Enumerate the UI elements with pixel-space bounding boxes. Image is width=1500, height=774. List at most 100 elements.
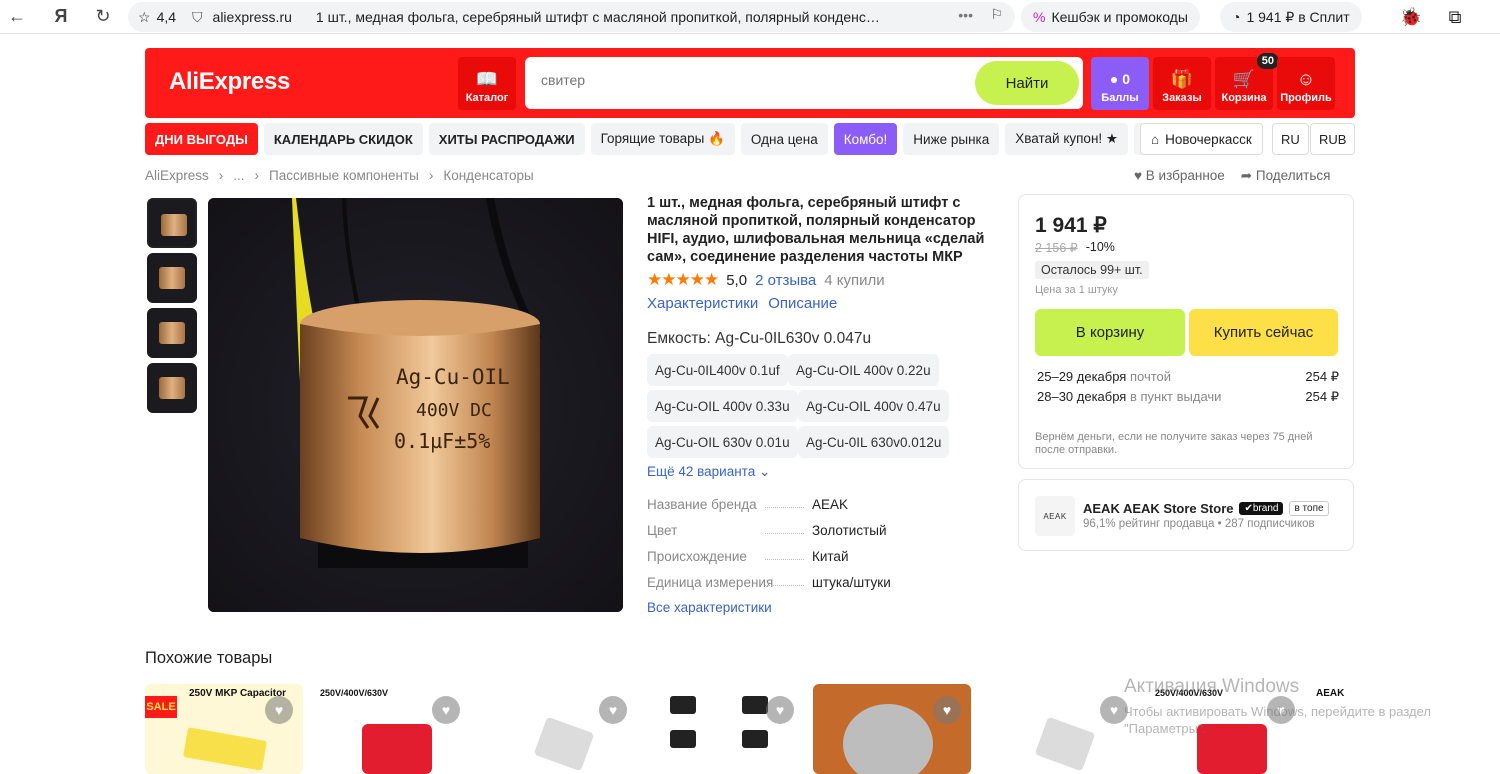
similar-product-card[interactable]: 250V MKP Capacitor SALE ♥ <box>145 684 303 774</box>
percent-icon: % <box>1033 9 1046 25</box>
site-domain: aliexpress.ru <box>212 9 292 25</box>
nav-chip-discount-calendar[interactable]: КАЛЕНДАРЬ СКИДОК <box>263 123 423 155</box>
similar-product-card[interactable]: ♥ <box>479 684 637 774</box>
variant-option[interactable]: Ag-Cu-OIL 400v 0.22u <box>788 354 939 386</box>
catalog-button[interactable]: 📖 Каталог <box>458 57 516 110</box>
thumbnail[interactable] <box>147 198 197 248</box>
nav-chip-below-market[interactable]: Ниже рынка <box>903 123 1000 155</box>
share-icon: ➦ <box>1240 168 1253 183</box>
nav-chip-hot-items[interactable]: Горящие товары 🔥 <box>590 123 735 155</box>
capacitor-label-2: 400V DC <box>416 400 492 421</box>
windows-activation-watermark: Активация Windows Чтобы активировать Win… <box>1124 676 1431 736</box>
variant-option[interactable]: Ag-Cu-OIL 630v 0.01u <box>647 426 798 458</box>
store-name[interactable]: AEAK AEAK Store Store <box>1083 501 1233 516</box>
similar-product-card[interactable]: ♥ <box>813 684 971 774</box>
nav-chip-combo[interactable]: Комбо! <box>833 123 898 155</box>
product-main-image[interactable]: Ag-Cu-OIL 400V DC 0.1µF±5% <box>208 198 623 612</box>
search-input[interactable] <box>541 72 941 88</box>
similar-product-card[interactable]: ♥ <box>980 684 1138 774</box>
address-bar[interactable]: ☆ 4,4 ⛉ aliexpress.ru 1 шт., медная фольг… <box>128 2 1015 32</box>
box-icon: 🎁 <box>1170 69 1194 89</box>
book-icon: 📖 <box>475 69 499 89</box>
top-badge: в топе <box>1289 501 1329 516</box>
favorite-button[interactable]: ♥ В избранное <box>1134 168 1225 184</box>
page-title-in-address: 1 шт., медная фольга, серебряный штифт с… <box>315 9 880 25</box>
product-tabs: Характеристики Описание <box>647 295 837 312</box>
translate-icon[interactable]: ⧉ <box>1440 2 1470 32</box>
more-variants-link[interactable]: Ещё 42 варианта ⌄ <box>647 464 770 480</box>
sale-tag: SALE <box>145 696 177 718</box>
heart-icon[interactable]: ♥ <box>599 696 627 724</box>
old-price: 2 156 ₽ <box>1035 241 1078 255</box>
similar-products-title: Похожие товары <box>145 649 273 667</box>
all-specs-link[interactable]: Все характеристики <box>647 600 772 615</box>
thumbnail[interactable] <box>147 308 197 358</box>
store-name-row: AEAK AEAK Store Store ✔brand в топе <box>1083 501 1329 516</box>
breadcrumb-item[interactable]: Конденсаторы <box>443 168 533 183</box>
heart-icon[interactable]: ♥ <box>265 696 293 724</box>
variant-option[interactable]: Ag-Cu-0IL400v 0.1uf <box>647 354 788 386</box>
bookmark-icon[interactable]: ⚐ <box>990 6 1003 23</box>
heart-icon[interactable]: ♥ <box>432 696 460 724</box>
chevron-right-icon: › <box>254 168 260 183</box>
share-button[interactable]: ➦ Поделиться <box>1241 168 1331 184</box>
aliexpress-logo[interactable]: AliExpress <box>169 68 290 96</box>
store-card[interactable]: AEAK AEAK AEAK Store Store ✔brand в топе… <box>1018 479 1354 551</box>
cart-button[interactable]: 🛒 Корзина 50 <box>1215 53 1279 110</box>
variant-option[interactable]: Ag-Cu-OIL 400v 0.47u <box>798 390 949 422</box>
thumbnail[interactable] <box>147 253 197 303</box>
breadcrumb-item[interactable]: AliExpress <box>145 168 209 183</box>
spec-row: Происхождение Китай <box>647 549 849 564</box>
promo-nav: ДНИ ВЫГОДЫ КАЛЕНДАРЬ СКИДОК ХИТЫ РАСПРОД… <box>145 123 1145 156</box>
yandex-icon[interactable]: Я <box>44 0 78 34</box>
nav-chip-one-price[interactable]: Одна цена <box>740 123 828 155</box>
currency-selector[interactable]: RUB <box>1310 123 1356 155</box>
bought-count: 4 купили <box>824 271 885 289</box>
old-price-row: 2 156 ₽ -10% <box>1035 240 1115 255</box>
spec-row: Единица измерения штука/штуки <box>647 575 891 590</box>
reviews-link[interactable]: 2 отзыва <box>755 272 816 289</box>
stock-badge: Осталось 99+ шт. <box>1035 261 1149 279</box>
tab-specs[interactable]: Характеристики <box>647 295 758 312</box>
language-selector[interactable]: RU <box>1272 123 1309 155</box>
back-arrow-icon[interactable]: ← <box>0 0 34 34</box>
nav-chip-grab-coupon[interactable]: Хватай купон! ★ <box>1005 123 1129 155</box>
heart-icon[interactable]: ♥ <box>933 696 961 724</box>
points-button[interactable]: ● 0 Баллы <box>1091 57 1149 110</box>
search-button[interactable]: Найти <box>975 61 1079 105</box>
breadcrumb-item[interactable]: ... <box>233 168 244 183</box>
split-pill[interactable]: ◔ 1 941 ₽ в Сплит <box>1220 2 1362 32</box>
rating-value: 5,0 <box>726 271 748 289</box>
price: 1 941 ₽ <box>1035 214 1107 237</box>
cashback-pill[interactable]: % Кешбэк и промокоды <box>1021 2 1200 32</box>
nav-chip-sale-hits[interactable]: ХИТЫ РАСПРОДАЖИ <box>428 123 585 155</box>
more-dots-icon[interactable]: ••• <box>958 7 973 23</box>
buy-now-button[interactable]: Купить сейчас <box>1189 309 1338 356</box>
variant-option[interactable]: Ag-Cu-OIL 400v 0.33u <box>647 390 798 422</box>
thumbnail[interactable] <box>147 363 197 413</box>
reload-icon[interactable]: ↻ <box>86 0 120 34</box>
nav-chip-benefit-days[interactable]: ДНИ ВЫГОДЫ <box>145 123 258 155</box>
site-rating[interactable]: ☆ 4,4 <box>138 9 176 26</box>
city-selector[interactable]: ⌂ Новочеркасск <box>1140 123 1263 155</box>
capacitor-illustration: Ag-Cu-OIL 400V DC 0.1µF±5% <box>208 198 623 612</box>
capacitor-label-3: 0.1µF±5% <box>394 429 490 453</box>
cart-count-badge: 50 <box>1256 53 1279 69</box>
orders-button[interactable]: 🎁 Заказы <box>1153 57 1211 110</box>
site-header: AliExpress 📖 Каталог Найти ● 0 Баллы 🎁 З… <box>145 48 1355 118</box>
breadcrumb-item[interactable]: Пассивные компоненты <box>269 168 419 183</box>
delivery-row: 25–29 декабря почтой 254 ₽ <box>1037 369 1339 384</box>
extension-icon[interactable]: 🐞 <box>1396 2 1426 32</box>
heart-icon[interactable]: ♥ <box>766 696 794 724</box>
tab-description[interactable]: Описание <box>768 295 837 312</box>
store-meta: 96,1% рейтинг продавца • 287 подписчиков <box>1083 518 1315 530</box>
star-icon: ☆ <box>138 8 151 25</box>
smile-icon: ☺ <box>1296 69 1316 89</box>
profile-button[interactable]: ☺ Профиль <box>1277 57 1335 110</box>
add-to-cart-button[interactable]: В корзину <box>1035 309 1185 356</box>
discount: -10% <box>1085 240 1115 254</box>
similar-product-card[interactable]: 250V/400V/630V ♥ <box>312 684 470 774</box>
variant-option[interactable]: Ag-Cu-0IL 630v0.012u <box>798 426 950 458</box>
shield-icon[interactable]: ⛉ <box>192 9 203 26</box>
similar-product-card[interactable]: ♥ <box>646 684 804 774</box>
